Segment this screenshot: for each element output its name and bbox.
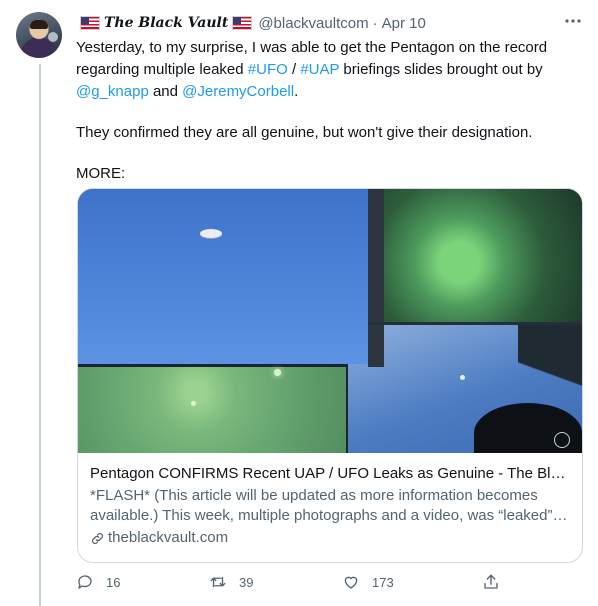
share-icon xyxy=(484,574,498,589)
image-tile-green-bottom xyxy=(78,367,346,453)
reply-icon xyxy=(78,575,92,589)
link-card[interactable]: Pentagon CONFIRMS Recent UAP / UFO Leaks… xyxy=(77,188,583,563)
retweet-button[interactable]: 39 xyxy=(209,573,253,591)
avatar[interactable] xyxy=(16,12,62,58)
image-divider-horizontal xyxy=(346,322,582,325)
card-description: *FLASH* (This article will be updated as… xyxy=(90,487,570,524)
mention-g-knapp[interactable]: @g_knapp xyxy=(76,83,149,100)
user-handle[interactable]: @blackvaultcom xyxy=(258,15,368,32)
green-light xyxy=(191,401,196,406)
like-button[interactable]: 173 xyxy=(342,573,394,591)
link-icon xyxy=(92,532,103,544)
heart-icon xyxy=(344,576,358,589)
hashtag-ufo[interactable]: #UFO xyxy=(248,61,288,78)
avatar-hair xyxy=(30,20,48,29)
retweet-count: 39 xyxy=(239,574,254,590)
image-divider-vertical xyxy=(368,189,384,367)
card-body: Pentagon CONFIRMS Recent UAP / UFO Leaks… xyxy=(78,453,582,548)
share-button[interactable] xyxy=(482,573,500,591)
tweet-text-paragraph-2: They confirmed they are all genuine, but… xyxy=(76,124,533,141)
header-separator: · xyxy=(372,14,378,32)
us-flag-icon xyxy=(232,16,253,30)
green-light xyxy=(274,369,281,376)
reply-count: 16 xyxy=(106,574,121,590)
card-domain-text: theblackvault.com xyxy=(108,529,229,546)
tweet-text-line-1: Yesterday, to my surprise, I was able to… xyxy=(76,39,548,56)
tweet-text-more: MORE: xyxy=(76,165,126,182)
watermark-logo xyxy=(554,432,570,448)
tweet-date[interactable]: Apr 10 xyxy=(382,15,426,32)
retweet-icon xyxy=(210,576,226,588)
tweet-text-line-2: regarding multiple leaked #UFO / #UAP br… xyxy=(76,61,543,78)
hashtag-uap[interactable]: #UAP xyxy=(300,61,339,78)
card-image[interactable] xyxy=(78,189,582,453)
mention-jeremy-corbell[interactable]: @JeremyCorbell xyxy=(182,83,294,100)
us-flag-icon xyxy=(80,16,100,30)
reply-button[interactable]: 16 xyxy=(76,573,120,591)
card-title[interactable]: Pentagon CONFIRMS Recent UAP / UFO Leaks… xyxy=(90,464,570,484)
tweet-text: Yesterday, to my surprise, I was able to… xyxy=(76,37,576,185)
tweet-text-line-3: @g_knapp and @JeremyCorbell. xyxy=(76,83,299,100)
tweet-header: The Black Vault @blackvaultcom · Apr 10 xyxy=(76,13,426,33)
more-horizontal-icon[interactable] xyxy=(562,10,584,32)
tweet-actions: 16 39 173 xyxy=(76,573,500,597)
avatar-background-light xyxy=(48,32,58,42)
display-name[interactable]: The Black Vault xyxy=(104,15,228,31)
ufo-object xyxy=(200,229,222,238)
image-tile-blue-sky xyxy=(78,189,368,364)
like-count: 173 xyxy=(372,574,394,590)
card-domain[interactable]: theblackvault.com xyxy=(90,528,570,548)
sky-object xyxy=(460,375,465,380)
image-tile-green-top xyxy=(384,189,582,322)
thread-line xyxy=(39,64,41,606)
